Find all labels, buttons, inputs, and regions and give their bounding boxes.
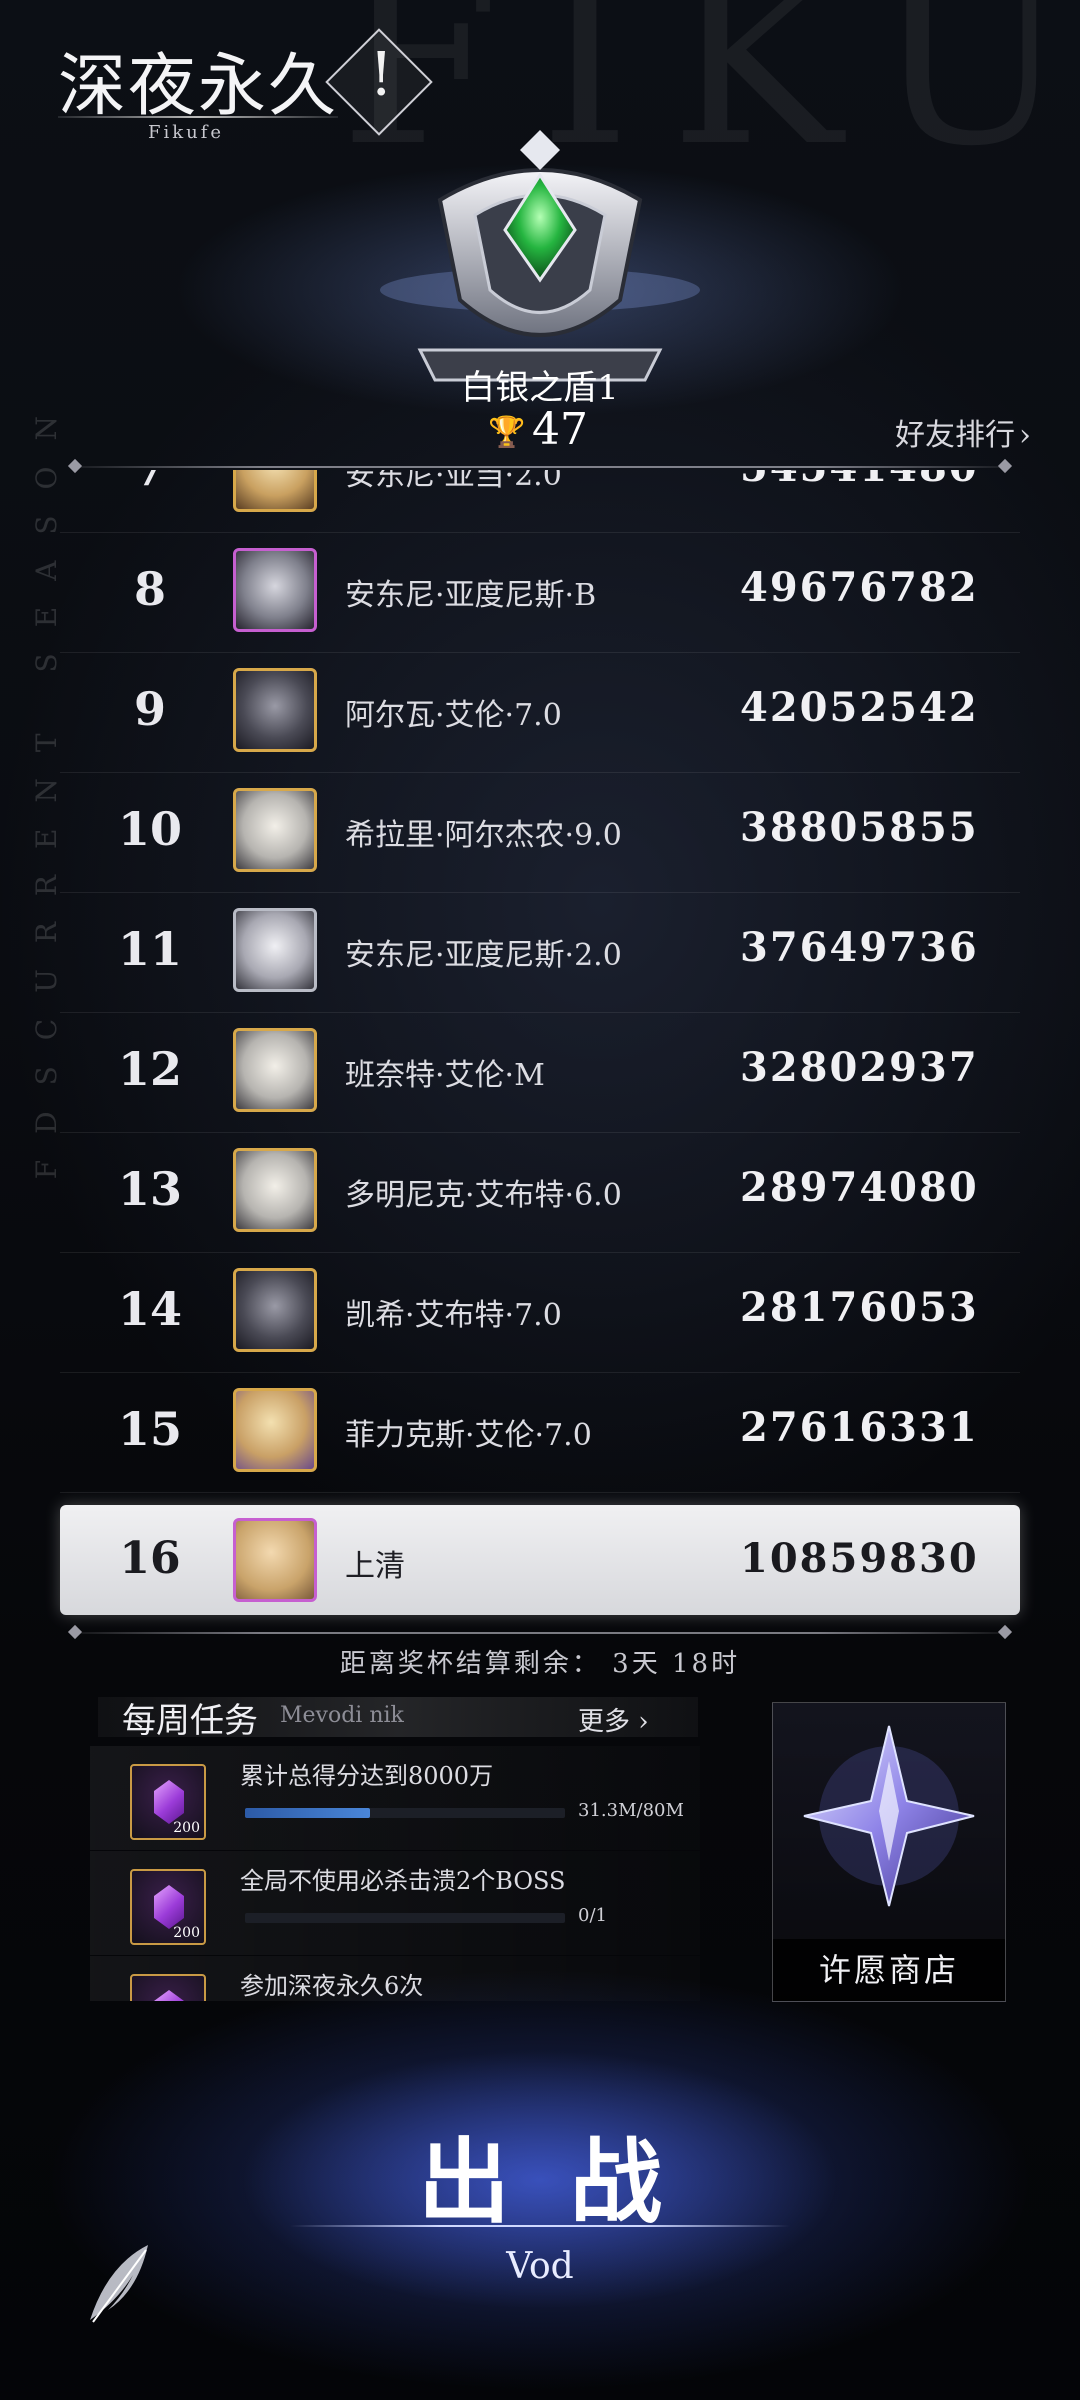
row-name: 多明尼克·艾布特·6.0 [345, 1178, 622, 1213]
battle-button[interactable]: 出战 [0, 2108, 1080, 2241]
table-row[interactable]: 14 凯希·艾布特·7.0 28176053 [60, 1252, 1020, 1373]
weekly-tasks-title: 每周任务 [122, 1701, 258, 1741]
my-score: 10859830 [740, 1535, 979, 1582]
trophy-icon: 🏆 [488, 415, 526, 450]
row-score: 54541480 [740, 470, 979, 491]
row-rank: 11 [117, 922, 182, 976]
table-row[interactable]: 10 希拉里·阿尔杰农·9.0 38805855 [60, 772, 1020, 893]
row-name: 安东尼·亚当·2.0 [345, 470, 562, 493]
chevron-right-icon: › [1019, 418, 1031, 453]
feather-menu-icon[interactable] [78, 2240, 158, 2330]
task-item[interactable]: 200 累计总得分达到8000万 31.3M/80M [90, 1746, 700, 1850]
task-progress-text: 0/1 [578, 1905, 607, 1926]
row-rank: 15 [117, 1402, 182, 1456]
row-rank: 10 [117, 802, 182, 856]
row-rank: 13 [117, 1162, 182, 1216]
row-score: 42052542 [740, 684, 979, 731]
table-row[interactable]: 13 多明尼克·艾布特·6.0 28974080 [60, 1132, 1020, 1253]
table-row[interactable]: 7 安东尼·亚当·2.0 54541480 [60, 470, 1020, 533]
task-progress-text: 31.3M/80M [578, 1800, 684, 1821]
trophy-count: 47 [532, 404, 588, 455]
wish-shop-label: 许愿商店 [773, 1939, 1005, 2001]
wish-shop-button[interactable]: 许愿商店 [772, 1702, 1006, 2002]
row-score: 28176053 [740, 1284, 979, 1331]
weekly-tasks-subtitle: Mevodi nik [280, 1703, 404, 1728]
weekly-tasks-header: 每周任务 Mevodi nik 更多 › [98, 1697, 698, 1741]
row-score: 32802937 [740, 1044, 979, 1091]
more-tasks-link[interactable]: 更多 › [578, 1701, 649, 1738]
row-name: 凯希·艾布特·7.0 [345, 1298, 562, 1333]
task-name: 全局不使用必杀击溃2个BOSS [240, 1867, 566, 1895]
table-row[interactable]: 9 阿尔瓦·艾伦·7.0 42052542 [60, 652, 1020, 773]
purple-gem-icon: 200 [130, 1869, 206, 1945]
table-row[interactable]: 15 菲力克斯·艾伦·7.0 27616331 [60, 1372, 1020, 1493]
season-vertical-text: FDSCURRENT SEASON [30, 390, 63, 1180]
logo-underline [58, 116, 338, 118]
friends-rank-link[interactable]: 好友排行 › [895, 410, 1031, 454]
avatar [233, 788, 317, 872]
task-name: 参加深夜永久6次 [240, 1972, 424, 2000]
game-logo: 深夜永久 ! Fikufe [58, 28, 433, 150]
task-name: 累计总得分达到8000万 [240, 1762, 494, 1790]
avatar [233, 1028, 317, 1112]
crystal-star-icon [803, 1725, 975, 1907]
row-name: 安东尼·亚度尼斯·2.0 [345, 938, 622, 973]
friends-rank-label: 好友排行 [895, 418, 1015, 453]
avatar [233, 548, 317, 632]
trophy-settlement-countdown: 距离奖杯结算剩余： 3天 18时 [339, 1649, 741, 1679]
avatar [233, 1148, 317, 1232]
avatar [233, 1388, 317, 1472]
row-score: 37649736 [740, 924, 979, 971]
row-name: 班奈特·艾伦·M [345, 1058, 545, 1093]
task-item[interactable]: 200 全局不使用必杀击溃2个BOSS 0/1 [90, 1851, 700, 1955]
row-name: 安东尼·亚度尼斯·B [345, 578, 597, 613]
row-name: 阿尔瓦·艾伦·7.0 [345, 698, 562, 733]
row-rank: 9 [133, 682, 166, 736]
table-row[interactable]: 12 班奈特·艾伦·M 32802937 [60, 1012, 1020, 1133]
task-progress-bar [245, 1808, 565, 1818]
row-rank: 8 [133, 562, 166, 616]
purple-gem-icon: 200 [130, 1764, 206, 1840]
row-name: 希拉里·阿尔杰农·9.0 [345, 818, 622, 853]
purple-gem-icon [130, 1974, 206, 2001]
my-rank: 16 [119, 1533, 181, 1584]
my-avatar [233, 1518, 317, 1602]
my-rank-row[interactable]: 16 上清 10859830 [60, 1505, 1020, 1615]
row-rank: 7 [90, 470, 210, 496]
row-name: 菲力克斯·艾伦·7.0 [345, 1418, 592, 1453]
leaderboard[interactable]: 7 安东尼·亚当·2.0 54541480 8 安东尼·亚度尼斯·B 49676… [60, 470, 1020, 1620]
my-name: 上清 [345, 1549, 405, 1584]
avatar [233, 470, 317, 512]
task-item[interactable]: 参加深夜永久6次 [90, 1956, 700, 2001]
row-score: 38805855 [740, 804, 979, 851]
row-rank: 12 [117, 1042, 182, 1096]
row-score: 28974080 [740, 1164, 979, 1211]
divider-bottom [75, 1632, 1005, 1634]
row-score: 27616331 [740, 1404, 979, 1451]
avatar [233, 668, 317, 752]
divider-top [75, 466, 1005, 468]
task-progress-bar [245, 1913, 565, 1923]
table-row[interactable]: 8 安东尼·亚度尼斯·B 49676782 [60, 532, 1020, 653]
row-score: 49676782 [740, 564, 979, 611]
battle-divider [290, 2225, 790, 2227]
table-row[interactable]: 11 安东尼·亚度尼斯·2.0 37649736 [60, 892, 1020, 1013]
logo-subtitle: Fikufe [148, 122, 225, 143]
avatar [233, 1268, 317, 1352]
battle-subtitle: Vod [506, 2246, 574, 2287]
row-rank: 14 [117, 1282, 182, 1336]
avatar [233, 908, 317, 992]
rank-name: 白银之盾1 [461, 368, 619, 408]
